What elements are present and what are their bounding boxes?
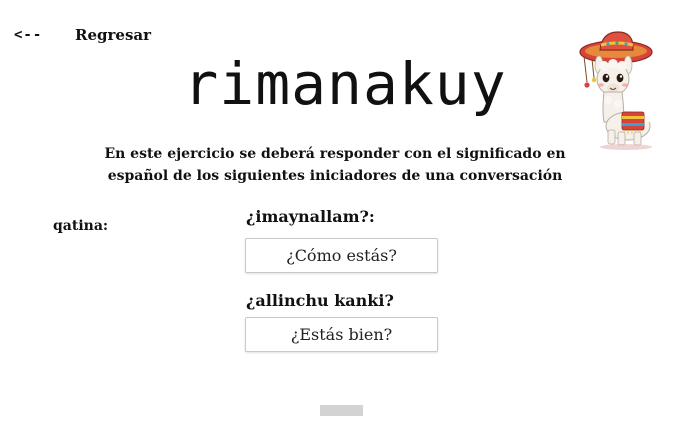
back-link[interactable]: Regresar — [75, 26, 151, 44]
speaker-label: qatina: — [53, 218, 109, 234]
llama-sombrero-icon — [579, 31, 653, 150]
answer-input[interactable] — [245, 238, 438, 273]
back-arrow-icon[interactable]: <-- — [14, 27, 42, 43]
answer-input[interactable] — [245, 317, 438, 352]
submit-button[interactable] — [320, 405, 363, 416]
question-prompt: ¿allinchu kanki? — [246, 291, 394, 310]
question-prompt: ¿imaynallam?: — [246, 207, 375, 226]
exercise-instructions: En este ejercicio se deberá responder co… — [104, 146, 566, 184]
